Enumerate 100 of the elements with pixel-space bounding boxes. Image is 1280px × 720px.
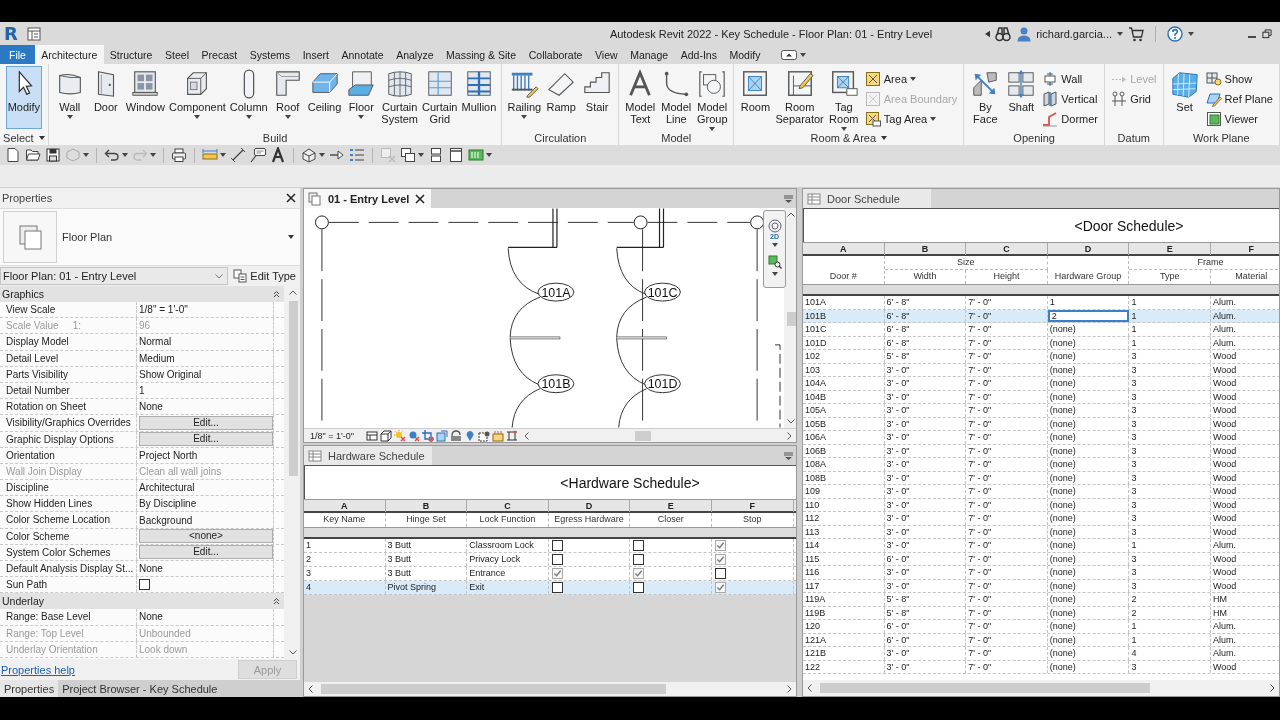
caret-icon[interactable]	[840, 127, 847, 131]
collapse-icon[interactable]	[273, 290, 280, 298]
chevron-left-icon[interactable]	[308, 685, 313, 693]
column-letter-header[interactable]: D	[548, 500, 631, 512]
zoom-icon[interactable]	[767, 255, 782, 269]
ribbon-tool-button[interactable]: Show	[1202, 69, 1276, 89]
scroll-thumb[interactable]	[634, 430, 651, 441]
column-letter-header[interactable]: E	[630, 500, 712, 512]
checkbox[interactable]	[714, 582, 726, 593]
caret-icon[interactable]	[288, 235, 294, 239]
table-row[interactable]: 122 3' - 0" 7' - 0" (none) 3 Wood	[803, 660, 1279, 674]
table-row[interactable]: 2 3 Butt Privacy Lock	[304, 553, 796, 567]
ribbon-tool-button[interactable]: By Face	[967, 66, 1004, 129]
properties-help-link[interactable]: Properties help	[1, 663, 75, 676]
table-row[interactable]: 108A 3' - 0" 7' - 0" (none) 3 Wood	[803, 458, 1279, 472]
caret-icon[interactable]	[122, 153, 128, 157]
ribbon-tab[interactable]: Manage	[623, 45, 675, 64]
file-menu-button[interactable]: File	[0, 45, 35, 64]
menu-icon[interactable]	[784, 451, 793, 460]
crop-region-icon[interactable]	[435, 429, 448, 442]
table-row[interactable]: 104B 3' - 0" 7' - 0" (none) 3 Wood	[803, 390, 1279, 404]
checkbox[interactable]	[714, 568, 726, 579]
scroll-thumb[interactable]	[288, 301, 298, 476]
unlock-icon[interactable]	[449, 429, 462, 442]
type-selector[interactable]: Floor Plan	[0, 208, 300, 266]
checkbox[interactable]	[551, 568, 563, 579]
callout-icon[interactable]	[250, 147, 266, 163]
caret-icon[interactable]	[150, 153, 156, 157]
app-logo[interactable]: R	[4, 23, 18, 44]
panel-menu-button[interactable]: Select	[0, 130, 48, 145]
caret-icon[interactable]	[83, 153, 89, 157]
property-value[interactable]: None	[139, 609, 163, 625]
checkbox[interactable]	[139, 579, 150, 591]
column-letter-header[interactable]: A	[803, 243, 885, 255]
undo-icon[interactable]	[104, 147, 120, 163]
property-value[interactable]: None	[139, 399, 163, 415]
ribbon-tool-button[interactable]: Dormer	[1039, 109, 1101, 129]
close-icon[interactable]	[415, 193, 426, 204]
ribbon-tool-button[interactable]: Shaft	[1003, 66, 1040, 129]
chevron-left-icon[interactable]	[807, 684, 812, 692]
vertical-scrollbar[interactable]	[784, 208, 796, 428]
checkbox[interactable]	[551, 554, 563, 565]
ribbon-tab[interactable]: Structure	[103, 45, 159, 64]
save-icon[interactable]	[45, 147, 61, 163]
checkbox[interactable]	[633, 540, 645, 551]
open-folder-icon[interactable]	[25, 147, 41, 163]
door-tag[interactable]: 101B	[537, 374, 575, 394]
caret-icon[interactable]	[418, 153, 424, 157]
caret-icon[interactable]	[220, 153, 226, 157]
chevron-right-icon[interactable]	[787, 685, 792, 693]
ribbon-tool-button[interactable]: Room	[737, 66, 774, 129]
door-tag[interactable]: 101A	[537, 282, 575, 302]
table-row[interactable]: 105B 3' - 0" 7' - 0" (none) 3 Wood	[803, 417, 1279, 431]
property-value[interactable]: 1	[139, 383, 145, 399]
table-row[interactable]: 116 3' - 0" 7' - 0" (none) 3 Wood	[803, 566, 1279, 580]
ribbon-tab[interactable]: Insert	[296, 45, 336, 64]
column-letter-header[interactable]: C	[966, 243, 1048, 255]
checkbox[interactable]	[633, 582, 645, 593]
chevron-left-icon[interactable]	[523, 431, 529, 440]
property-button[interactable]: Edit...	[139, 415, 273, 430]
property-value[interactable]: Project North	[139, 447, 198, 463]
crop-icon[interactable]	[421, 429, 434, 442]
property-value[interactable]: None	[139, 561, 163, 577]
table-row[interactable]: 102 5' - 8" 7' - 0" (none) 3 Wood	[803, 350, 1279, 364]
ribbon-tool-button[interactable]: Mullion	[459, 66, 499, 129]
checkbox[interactable]	[714, 554, 726, 565]
ribbon-tool-button[interactable]: Ramp	[543, 66, 580, 129]
column-letter-header[interactable]: F	[711, 500, 794, 512]
box-icon[interactable]	[301, 147, 317, 163]
panel-tab[interactable]: Properties	[0, 680, 59, 697]
table-row[interactable]: 106B 3' - 0" 7' - 0" (none) 3 Wood	[803, 444, 1279, 458]
column-letter-header[interactable]: B	[884, 243, 967, 255]
table-row[interactable]: 3 3 Butt Entrance	[304, 567, 796, 581]
ribbon-tool-button[interactable]: Model Text	[622, 66, 659, 129]
document-list-icon[interactable]	[25, 25, 42, 42]
caret-icon[interactable]	[319, 153, 325, 157]
instance-dropdown[interactable]: Floor Plan: 01 - Entry Level	[0, 267, 229, 285]
ribbon-tool-button[interactable]: Curtain System	[379, 66, 421, 129]
ribbon-tool-button[interactable]: Stair	[579, 66, 616, 129]
column-letter-header[interactable]: E	[1129, 243, 1211, 255]
column-letter-header[interactable]: D	[1047, 243, 1130, 255]
caret-icon[interactable]	[194, 115, 201, 119]
caret-icon[interactable]	[1117, 31, 1123, 36]
scroll-thumb[interactable]	[321, 684, 666, 694]
table-row[interactable]: 120 6' - 0" 7' - 0" (none) 1 Alum.	[803, 620, 1279, 634]
ribbon-tab[interactable]: Analyze	[389, 45, 440, 64]
table-row[interactable]: 121B 3' - 0" 7' - 0" (none) 4 Alum.	[803, 647, 1279, 661]
panel-toggle-icon[interactable]	[780, 49, 797, 60]
table-row[interactable]: 101B 6' - 8" 7' - 0" 2 1 Alum.	[803, 309, 1279, 323]
user-name[interactable]: richard.garcia...	[1036, 27, 1112, 40]
column-letter-header[interactable]: B	[385, 500, 468, 512]
print-icon[interactable]	[171, 147, 187, 163]
caret-icon[interactable]	[358, 115, 365, 119]
caret-icon[interactable]	[709, 127, 716, 131]
chevron-right-icon[interactable]	[1270, 684, 1275, 692]
panel-menu-button[interactable]: Room & Area	[734, 130, 964, 145]
document-tab[interactable]: 01 - Entry Level	[304, 189, 432, 208]
checkbox[interactable]	[633, 568, 645, 579]
column-letter-header[interactable]: C	[467, 500, 549, 512]
property-button[interactable]: Edit...	[139, 545, 273, 560]
